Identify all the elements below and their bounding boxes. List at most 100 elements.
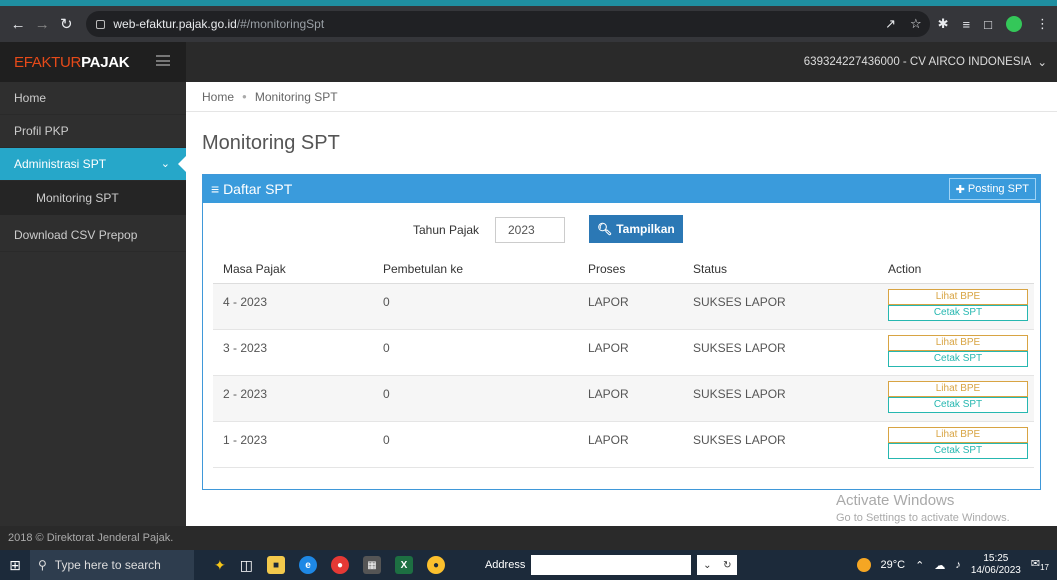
cell-proses: LAPOR (578, 375, 683, 422)
cell-masa: 1 - 2023 (213, 421, 373, 468)
cell-masa: 2 - 2023 (213, 375, 373, 422)
plus-icon: ✚ (955, 183, 965, 196)
filter-row: Tahun Pajak 🔍︎ Tampilkan (203, 215, 1040, 245)
tahun-pajak-input[interactable] (495, 217, 565, 243)
chevron-down-icon: ⌄ (703, 559, 712, 571)
chevron-down-icon: ⌄ (1037, 57, 1047, 69)
search-icon: ⚲ (38, 558, 47, 572)
chevron-down-icon: ⌄ (160, 158, 170, 170)
chrome-alt-icon[interactable]: ● (426, 556, 445, 574)
breadcrumb: Home ● Monitoring SPT (186, 82, 1057, 112)
sidebar-item-profil-pkp[interactable]: Profil PKP (0, 115, 186, 148)
cell-action: Lihat BPE Cetak SPT (878, 421, 1034, 468)
notification-icon[interactable]: ✉17 (1031, 557, 1049, 572)
header-proses: Proses (578, 255, 683, 284)
share-icon[interactable]: ↗ (885, 16, 896, 32)
cell-status: SUKSES LAPOR (683, 329, 878, 376)
reading-list-icon[interactable]: ≡ (963, 17, 971, 32)
hamburger-menu-icon[interactable] (156, 55, 170, 66)
edge-icon[interactable]: e (298, 556, 317, 574)
sparkle-icon[interactable]: ✦ (214, 557, 226, 574)
windows-start-icon[interactable]: ⊞ (0, 557, 30, 574)
cell-action: Lihat BPE Cetak SPT (878, 283, 1034, 330)
address-label: Address (484, 559, 526, 571)
cell-status: SUKSES LAPOR (683, 283, 878, 330)
breadcrumb-current: Monitoring SPT (254, 89, 338, 104)
browser-toolbar: ← → ↻ web-efaktur.pajak.go.id/#/monitori… (0, 6, 1057, 42)
back-arrow-icon[interactable]: ← (8, 13, 28, 35)
panel-title: Daftar SPT (223, 181, 293, 197)
cell-pembetulan: 0 (373, 283, 578, 330)
activate-windows-watermark: Activate Windows Go to Settings to activ… (836, 492, 1010, 524)
store-icon[interactable]: ▦ (362, 556, 381, 574)
header-pembetulan: Pembetulan ke (373, 255, 578, 284)
spt-panel: ≡ Daftar SPT ✚ Posting SPT Tahun Pajak 🔍… (202, 174, 1041, 490)
profile-avatar-icon[interactable] (1006, 16, 1022, 32)
network-icon[interactable]: ☁ (934, 559, 945, 572)
cell-masa: 4 - 2023 (213, 283, 373, 330)
cell-proses: LAPOR (578, 283, 683, 330)
cell-status: SUKSES LAPOR (683, 375, 878, 422)
cell-action: Lihat BPE Cetak SPT (878, 375, 1034, 422)
address-dropdown[interactable]: ⌄ ↻ (697, 555, 738, 575)
header-masa-pajak: Masa Pajak (213, 255, 373, 284)
list-icon: ≡ (211, 181, 224, 197)
address-bar[interactable]: web-efaktur.pajak.go.id/#/monitoringSpt … (86, 11, 930, 37)
posting-spt-button[interactable]: ✚ Posting SPT (948, 178, 1036, 200)
clock[interactable]: 15:25 14/06/2023 (971, 553, 1021, 577)
breadcrumb-separator-icon: ● (242, 92, 247, 101)
lock-icon (96, 19, 106, 29)
file-explorer-icon[interactable]: ■ (266, 556, 285, 574)
table-row: 4 - 2023 0 LAPOR SUKSES LAPOR Lihat BPE … (213, 283, 1034, 330)
cetak-spt-button[interactable]: Cetak SPT (888, 304, 1028, 321)
temperature[interactable]: 29°C (881, 559, 906, 571)
taskbar-search[interactable]: ⚲ Type here to search (30, 550, 194, 580)
cell-pembetulan: 0 (373, 421, 578, 468)
user-menu[interactable]: 639324227436000 - CV AIRCO INDONESIA ⌄ (804, 42, 1047, 82)
side-panel-icon[interactable]: □ (984, 17, 992, 32)
url-host: web-efaktur.pajak.go.id (113, 17, 237, 31)
spt-table: Masa Pajak Pembetulan ke Proses Status A… (213, 255, 1034, 468)
cell-pembetulan: 0 (373, 375, 578, 422)
panel-header: ≡ Daftar SPT ✚ Posting SPT (203, 175, 1040, 203)
cetak-spt-button[interactable]: Cetak SPT (888, 350, 1028, 367)
forward-arrow-icon[interactable]: → (32, 13, 52, 35)
cell-proses: LAPOR (578, 421, 683, 468)
cetak-spt-button[interactable]: Cetak SPT (888, 442, 1028, 459)
breadcrumb-home[interactable]: Home (202, 90, 234, 104)
lihat-bpe-button[interactable]: Lihat BPE (888, 334, 1028, 351)
table-row: 3 - 2023 0 LAPOR SUKSES LAPOR Lihat BPE … (213, 329, 1034, 376)
sidebar-item-monitoring-spt[interactable]: Monitoring SPT (0, 181, 186, 215)
sidebar-item-administrasi-spt[interactable]: Administrasi SPT ⌄ (0, 148, 186, 181)
page-title: Monitoring SPT (202, 132, 340, 154)
task-view-icon[interactable]: ◫ (240, 557, 253, 574)
weather-icon[interactable] (856, 558, 871, 572)
lihat-bpe-button[interactable]: Lihat BPE (888, 380, 1028, 397)
cell-pembetulan: 0 (373, 329, 578, 376)
reload-icon[interactable]: ↻ (56, 13, 76, 35)
extensions-puzzle-icon[interactable]: ✱ (938, 16, 949, 32)
table-row: 2 - 2023 0 LAPOR SUKSES LAPOR Lihat BPE … (213, 375, 1034, 422)
cell-action: Lihat BPE Cetak SPT (878, 329, 1034, 376)
lihat-bpe-button[interactable]: Lihat BPE (888, 426, 1028, 443)
browser-menu-icon[interactable]: ⋮ (1036, 16, 1049, 32)
footer: 2018 © Direktorat Jenderal Pajak. (0, 526, 1057, 550)
cell-status: SUKSES LAPOR (683, 421, 878, 468)
bookmark-star-icon[interactable]: ☆ (910, 16, 922, 32)
excel-icon[interactable]: X (394, 556, 413, 574)
search-placeholder: Type here to search (54, 558, 161, 572)
address-input[interactable] (531, 555, 692, 575)
taskbar: ⊞ ⚲ Type here to search ✦ ◫ ■ e ● ▦ X ● … (0, 550, 1057, 580)
tray-chevron-up-icon[interactable]: ⌃ (915, 559, 924, 572)
efaktur-logo[interactable]: EFAKTUR PAJAK (0, 42, 186, 82)
chrome-icon[interactable]: ● (330, 556, 349, 574)
cetak-spt-button[interactable]: Cetak SPT (888, 396, 1028, 413)
volume-icon[interactable]: ♪ (955, 559, 961, 571)
tampilkan-button[interactable]: 🔍︎ Tampilkan (589, 215, 683, 243)
sidebar-item-download-csv-prepop[interactable]: Download CSV Prepop (0, 219, 186, 252)
cell-proses: LAPOR (578, 329, 683, 376)
header-action: Action (878, 255, 1034, 284)
lihat-bpe-button[interactable]: Lihat BPE (888, 288, 1028, 305)
url-path: /#/monitoringSpt (236, 17, 325, 31)
sidebar-item-home[interactable]: Home (0, 82, 186, 115)
